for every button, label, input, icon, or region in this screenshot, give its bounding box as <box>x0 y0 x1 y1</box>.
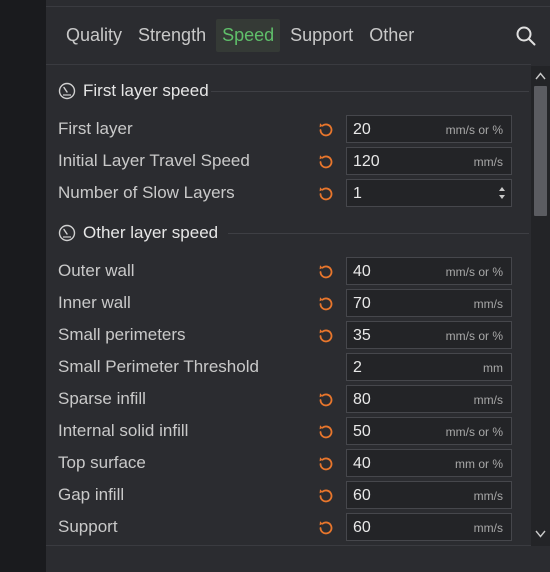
input-value[interactable]: 40 <box>353 263 371 281</box>
setting-input-sparse-infill[interactable]: 80 mm/s <box>346 385 512 413</box>
input-unit: mm/s <box>473 521 503 535</box>
scrollbar-thumb[interactable] <box>534 86 547 216</box>
setting-row-outer-wall: Outer wall 40 mm/s or % <box>58 257 518 287</box>
input-value[interactable]: 35 <box>353 327 371 345</box>
input-unit: mm/s or % <box>445 123 503 137</box>
settings-panel: Quality Strength Speed Support Other Fir… <box>46 0 550 572</box>
setting-row-inner-wall: Inner wall 70 mm/s <box>58 289 518 319</box>
setting-label: First layer <box>58 119 133 138</box>
input-unit: mm or % <box>455 457 503 471</box>
input-value[interactable]: 1 <box>353 185 362 203</box>
setting-row-number-of-slow-layers: Number of Slow Layers 1 <box>58 179 518 209</box>
setting-label: Inner wall <box>58 293 131 312</box>
setting-label: Small Perimeter Threshold <box>58 357 259 376</box>
setting-row-small-perimeters: Small perimeters 35 mm/s or % <box>58 321 518 351</box>
top-border <box>46 0 550 7</box>
search-icon[interactable] <box>515 25 537 47</box>
reset-icon[interactable] <box>316 390 336 410</box>
setting-label: Gap infill <box>58 485 125 504</box>
input-value[interactable]: 120 <box>353 153 380 171</box>
setting-label: Outer wall <box>58 261 135 280</box>
setting-row-gap-infill: Gap infill 60 mm/s <box>58 481 518 511</box>
input-unit: mm/s <box>473 297 503 311</box>
setting-label: Number of Slow Layers <box>58 183 235 202</box>
input-unit: mm/s or % <box>445 329 503 343</box>
settings-tabs: Quality Strength Speed Support Other <box>60 18 424 52</box>
setting-input-support[interactable]: 60 mm/s <box>346 513 512 541</box>
setting-row-first-layer: First layer 20 mm/s or % <box>58 115 518 145</box>
section-divider <box>211 91 529 92</box>
input-value[interactable]: 60 <box>353 519 371 537</box>
setting-row-internal-solid-infill: Internal solid infill 50 mm/s or % <box>58 417 518 447</box>
setting-label: Support <box>58 517 118 536</box>
tab-quality[interactable]: Quality <box>60 19 128 52</box>
reset-icon[interactable] <box>316 294 336 314</box>
reset-icon[interactable] <box>316 120 336 140</box>
setting-input-gap-infill[interactable]: 60 mm/s <box>346 481 512 509</box>
tab-support[interactable]: Support <box>284 19 359 52</box>
setting-input-internal-solid-infill[interactable]: 50 mm/s or % <box>346 417 512 445</box>
input-unit: mm/s or % <box>445 265 503 279</box>
reset-icon[interactable] <box>316 326 336 346</box>
section-header-first-layer-speed: First layer speed <box>58 79 209 103</box>
setting-label: Internal solid infill <box>58 421 189 440</box>
setting-row-sparse-infill: Sparse infill 80 mm/s <box>58 385 518 415</box>
input-value[interactable]: 70 <box>353 295 371 313</box>
scroll-down-arrow-icon[interactable] <box>535 530 546 538</box>
section-title: First layer speed <box>83 81 209 100</box>
tab-strength[interactable]: Strength <box>132 19 212 52</box>
reset-icon[interactable] <box>316 184 336 204</box>
reset-icon[interactable] <box>316 262 336 282</box>
setting-row-initial-layer-travel-speed: Initial Layer Travel Speed 120 mm/s <box>58 147 518 177</box>
setting-label: Initial Layer Travel Speed <box>58 151 250 170</box>
setting-label: Small perimeters <box>58 325 186 344</box>
input-value[interactable]: 80 <box>353 391 371 409</box>
setting-input-first-layer[interactable]: 20 mm/s or % <box>346 115 512 143</box>
section-header-other-layer-speed: Other layer speed <box>58 221 218 245</box>
gauge-icon <box>58 224 76 242</box>
input-unit: mm/s <box>473 155 503 169</box>
setting-input-outer-wall[interactable]: 40 mm/s or % <box>346 257 512 285</box>
scroll-up-arrow-icon[interactable] <box>535 72 546 80</box>
left-sidebar-edge <box>0 0 46 572</box>
setting-input-top-surface[interactable]: 40 mm or % <box>346 449 512 477</box>
tabs-divider <box>46 64 531 65</box>
input-value[interactable]: 20 <box>353 121 371 139</box>
input-unit: mm/s <box>473 393 503 407</box>
reset-icon[interactable] <box>316 454 336 474</box>
tab-other[interactable]: Other <box>363 19 420 52</box>
reset-icon[interactable] <box>316 486 336 506</box>
reset-icon[interactable] <box>316 152 336 172</box>
tab-speed[interactable]: Speed <box>216 18 281 52</box>
input-value[interactable]: 2 <box>353 359 362 377</box>
input-value[interactable]: 50 <box>353 423 371 441</box>
setting-label: Top surface <box>58 453 146 472</box>
section-title: Other layer speed <box>83 223 219 242</box>
setting-input-initial-layer-travel-speed[interactable]: 120 mm/s <box>346 147 512 175</box>
section-divider <box>228 233 529 234</box>
setting-label: Sparse infill <box>58 389 146 408</box>
bottom-divider <box>46 545 531 546</box>
setting-input-number-of-slow-layers[interactable]: 1 <box>346 179 512 207</box>
input-value[interactable]: 40 <box>353 455 371 473</box>
input-value[interactable]: 60 <box>353 487 371 505</box>
input-unit: mm <box>483 361 503 375</box>
setting-input-small-perimeter-threshold[interactable]: 2 mm <box>346 353 512 381</box>
input-unit: mm/s <box>473 489 503 503</box>
setting-row-top-surface: Top surface 40 mm or % <box>58 449 518 479</box>
reset-icon[interactable] <box>316 422 336 442</box>
setting-input-inner-wall[interactable]: 70 mm/s <box>346 289 512 317</box>
setting-row-support: Support 60 mm/s <box>58 513 518 543</box>
gauge-icon <box>58 82 76 100</box>
input-unit: mm/s or % <box>445 425 503 439</box>
spinner-icon[interactable] <box>497 183 507 203</box>
setting-input-small-perimeters[interactable]: 35 mm/s or % <box>346 321 512 349</box>
reset-icon[interactable] <box>316 518 336 538</box>
setting-row-small-perimeter-threshold: Small Perimeter Threshold 2 mm <box>58 353 518 383</box>
